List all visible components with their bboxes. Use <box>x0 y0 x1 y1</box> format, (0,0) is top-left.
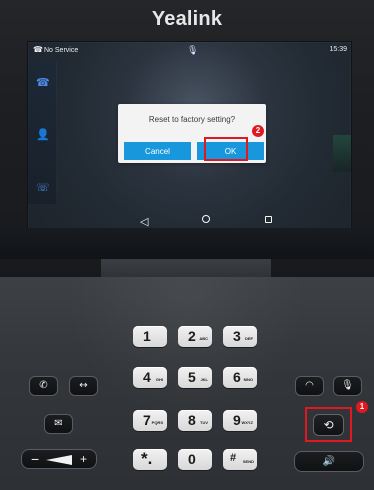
key-main-label: 9 <box>233 412 241 428</box>
volume-plus-icon: + <box>79 452 87 466</box>
handset-icon: ✆ <box>39 380 48 391</box>
key-main-label: 5 <box>188 369 196 385</box>
ok-step-badge: 2 <box>252 125 264 137</box>
keypad-key-7[interactable]: 7 PQRS <box>133 410 167 431</box>
key-sub-label: GHI <box>155 377 163 382</box>
speaker-button[interactable]: 🔊 <box>294 451 364 472</box>
key-main-label: 6 <box>233 369 241 385</box>
key-main-label: 3 <box>233 328 241 344</box>
mute-button[interactable]: 🎙 <box>333 376 362 396</box>
key-sub-label: PQRS <box>151 420 163 425</box>
mute-icon: 🎙 <box>341 380 354 391</box>
status-left: ☎ No Service <box>33 46 78 54</box>
redial-highlight-box <box>305 407 352 442</box>
key-sub-label: ABC <box>199 336 208 341</box>
dialog-message: Reset to factory setting? <box>148 115 236 124</box>
key-main-label: 4 <box>143 369 151 385</box>
contacts-icon[interactable]: 👤 <box>36 129 50 141</box>
speaker-icon: 🔊 <box>322 456 336 467</box>
phone-icon[interactable]: ☎ <box>36 77 50 89</box>
keypad-key-1[interactable]: 1 <box>133 326 167 347</box>
transfer-icon: ↔ <box>79 380 88 391</box>
microphone-icon: 🎙 <box>187 45 199 55</box>
status-time: 15:39 <box>329 46 347 53</box>
key-main-label: *. <box>141 449 153 468</box>
key-main-label: # <box>230 452 237 464</box>
keypad-key-8[interactable]: 8 TUV <box>178 410 212 431</box>
keypad-key-star[interactable]: *. <box>133 449 167 470</box>
screen-bezel <box>0 228 374 259</box>
keypad-key-0[interactable]: 0 <box>178 449 212 470</box>
message-icon: ✉ <box>54 418 63 429</box>
key-main-label: 7 <box>143 412 151 428</box>
key-sub-label: WXYZ <box>241 420 253 425</box>
brand-logo: Yealink <box>151 8 223 30</box>
status-bar: ☎ No Service 🎙 15:39 <box>28 42 351 60</box>
service-status: No Service <box>44 46 79 54</box>
keypad-key-6[interactable]: 6 MNO <box>223 367 257 388</box>
message-button[interactable]: ✉ <box>44 414 73 434</box>
key-main-label: 0 <box>188 451 196 467</box>
left-rail: ☎ 👤 ☏ <box>28 61 57 204</box>
cancel-button[interactable]: Cancel <box>124 142 191 160</box>
ok-highlight-box <box>204 137 248 161</box>
phone-icon: ☎ <box>33 45 43 54</box>
home-icon[interactable] <box>202 215 210 223</box>
key-main-label: 8 <box>188 412 196 428</box>
key-sub-label: TUV <box>200 420 208 425</box>
right-accent <box>333 135 351 172</box>
keypad-key-9[interactable]: 9 WXYZ <box>223 410 257 431</box>
phone-hinge <box>101 259 271 278</box>
volume-icon <box>46 455 72 465</box>
key-sub-label: MNO <box>243 377 253 382</box>
handset-button[interactable]: ✆ <box>29 376 58 396</box>
key-sub-label: DEF <box>245 336 253 341</box>
headset-icon: ◠ <box>305 380 314 391</box>
keypad-key-4[interactable]: 4 GHI <box>133 367 167 388</box>
keypad-key-5[interactable]: 5 JKL <box>178 367 212 388</box>
yealink-phone-photo: Yealink ☎ No Service 🎙 15:39 ☎ 👤 ☏ Reset… <box>0 0 374 490</box>
keypad-key-send[interactable]: # SEND <box>223 449 257 470</box>
key-main-label: 1 <box>143 328 151 344</box>
headset-button[interactable]: ◠ <box>295 376 324 396</box>
android-nav-bar: ◁ <box>140 215 272 228</box>
back-icon[interactable]: ◁ <box>140 215 148 228</box>
key-sub-label: JKL <box>200 377 208 382</box>
keypad-key-3[interactable]: 3 DEF <box>223 326 257 347</box>
volume-minus-icon: − <box>31 451 40 467</box>
recent-apps-icon[interactable] <box>265 216 272 223</box>
phone-screen: ☎ No Service 🎙 15:39 ☎ 👤 ☏ Reset to fact… <box>27 41 352 230</box>
key-main-label: 2 <box>188 328 196 344</box>
key-sub-label: SEND <box>242 459 254 464</box>
redial-step-badge: 1 <box>356 401 368 413</box>
call-log-icon[interactable]: ☏ <box>36 182 50 194</box>
transfer-button[interactable]: ↔ <box>69 376 98 396</box>
volume-button[interactable]: − + <box>21 449 97 469</box>
keypad-key-2[interactable]: 2 ABC <box>178 326 212 347</box>
